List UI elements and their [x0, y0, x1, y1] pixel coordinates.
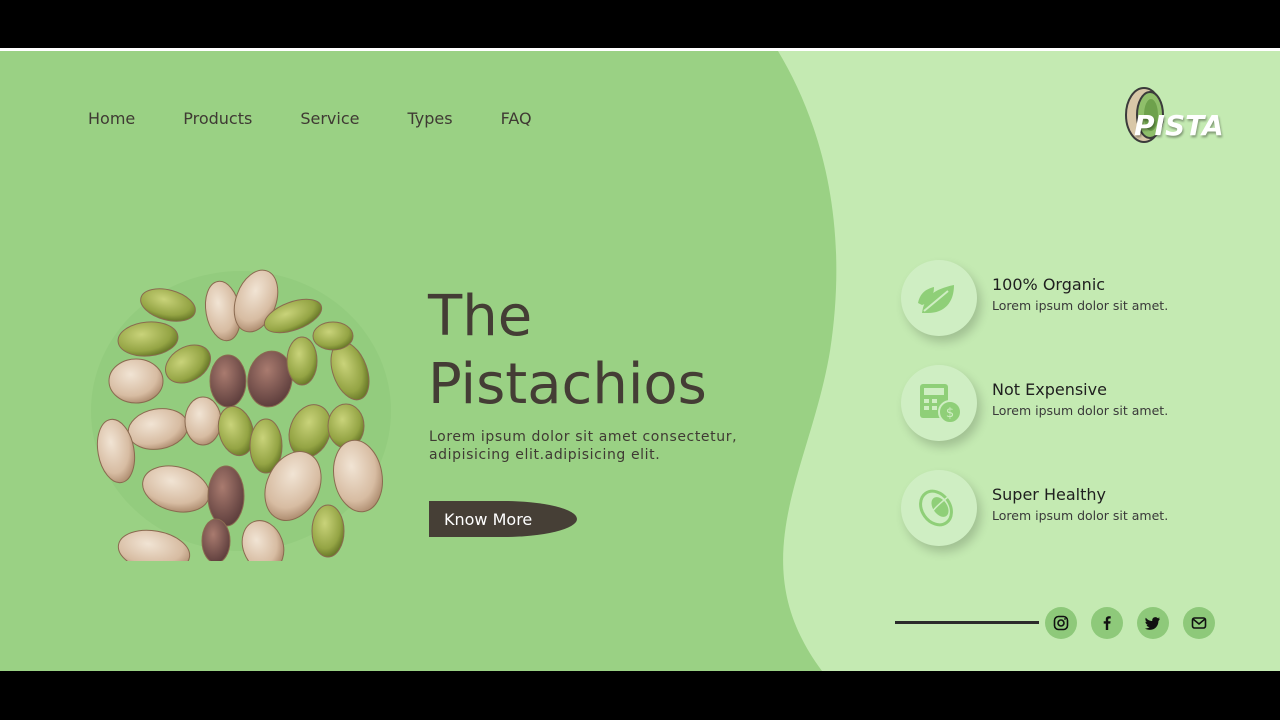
money-calculator-icon: $: [920, 384, 962, 424]
leaf-icon: [918, 285, 954, 313]
feature-title-healthy: Super Healthy: [992, 485, 1106, 504]
facebook-icon: [1103, 616, 1111, 630]
mail-icon: [1191, 617, 1207, 629]
twitter-icon: [1145, 617, 1160, 630]
feature-subtitle-organic: Lorem ipsum dolor sit amet.: [992, 298, 1169, 313]
nav-home[interactable]: Home: [88, 109, 135, 128]
feature-subtitle-healthy: Lorem ipsum dolor sit amet.: [992, 508, 1169, 523]
social-divider: [895, 621, 1039, 624]
main-nav: Home Products Service Types FAQ: [88, 109, 532, 128]
feature-badge-expensive: $: [901, 365, 977, 441]
feature-item-organic: 100% Organic Lorem ipsum dolor sit amet.: [901, 260, 1221, 340]
top-black-bar: [0, 0, 1280, 50]
bottom-black-bar: [0, 671, 1280, 720]
instagram-button[interactable]: [1045, 607, 1077, 639]
hero-section: Home Products Service Types FAQ PISTA Th…: [0, 51, 1280, 671]
twitter-button[interactable]: [1137, 607, 1169, 639]
know-more-button[interactable]: Know More: [429, 501, 577, 537]
facebook-button[interactable]: [1091, 607, 1123, 639]
hero-description: Lorem ipsum dolor sit amet consectetur, …: [429, 429, 738, 463]
nav-faq[interactable]: FAQ: [501, 109, 532, 128]
feature-badge-organic: [901, 260, 977, 336]
hero-title: The Pistachios: [428, 283, 707, 419]
hero-title-line-1: The: [428, 284, 533, 349]
nav-products[interactable]: Products: [183, 109, 252, 128]
nav-types[interactable]: Types: [407, 109, 452, 128]
social-links: [895, 607, 1225, 641]
brand-logo[interactable]: PISTA: [1118, 85, 1224, 151]
pistachio-icon: [919, 489, 953, 527]
nav-service[interactable]: Service: [300, 109, 359, 128]
mail-button[interactable]: [1183, 607, 1215, 639]
feature-title-expensive: Not Expensive: [992, 380, 1107, 399]
instagram-icon: [1053, 615, 1069, 631]
hero-title-line-2: Pistachios: [428, 352, 707, 417]
logo-text: PISTA: [1134, 109, 1224, 142]
svg-text:$: $: [946, 406, 954, 421]
feature-subtitle-expensive: Lorem ipsum dolor sit amet.: [992, 403, 1169, 418]
feature-item-expensive: $ Not Expensive Lorem ipsum dolor sit am…: [901, 365, 1221, 445]
feature-badge-healthy: [901, 470, 977, 546]
feature-item-healthy: Super Healthy Lorem ipsum dolor sit amet…: [901, 470, 1221, 550]
pistachio-pile-image: [91, 269, 391, 561]
feature-title-organic: 100% Organic: [992, 275, 1106, 294]
